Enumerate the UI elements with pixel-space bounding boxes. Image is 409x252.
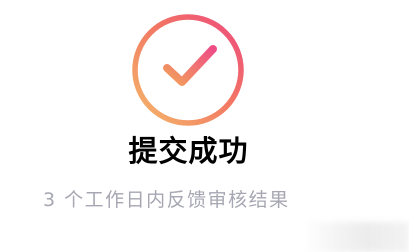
result-title: 提交成功 (128, 134, 249, 168)
checkmark-circle-icon (129, 11, 247, 129)
blurred-corner (304, 222, 409, 252)
submit-result-panel: 提交成功 3 个工作日内反馈审核结果 (0, 0, 409, 252)
result-subtitle: 3 个工作日内反馈审核结果 (43, 189, 290, 211)
